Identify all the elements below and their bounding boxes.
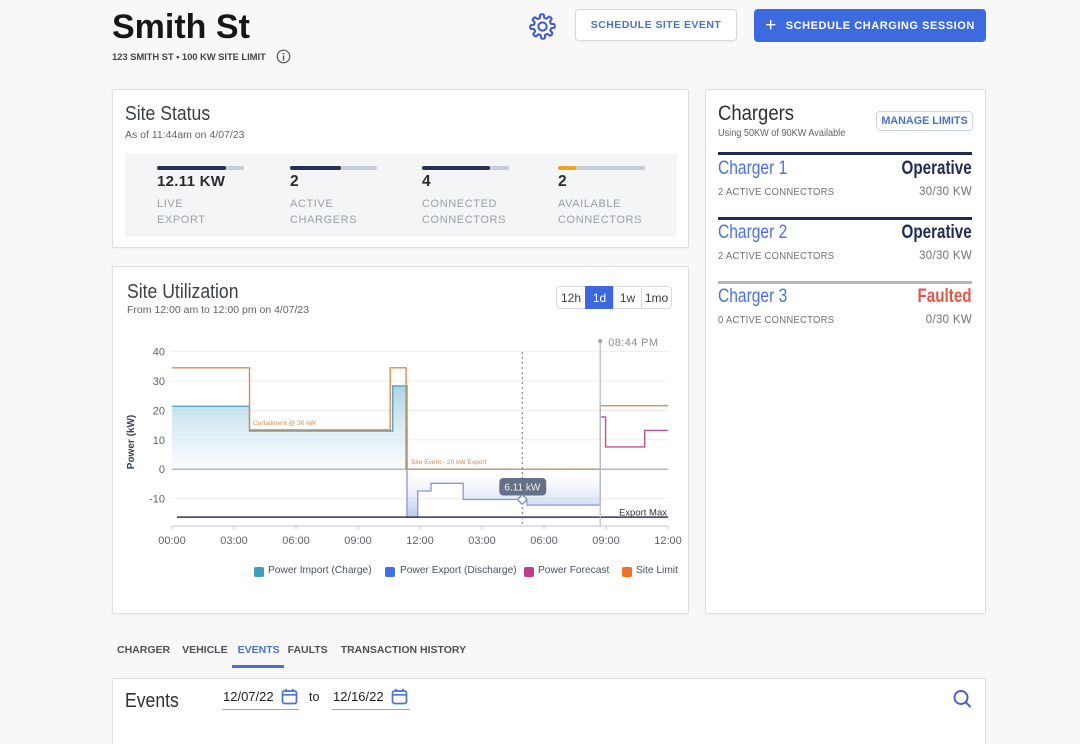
- svg-text:03:00: 03:00: [468, 535, 496, 547]
- svg-text:Power (kW): Power (kW): [126, 415, 137, 469]
- svg-text:09:00: 09:00: [592, 535, 620, 547]
- svg-text:0: 0: [159, 464, 165, 476]
- svg-text:-10: -10: [149, 494, 165, 506]
- svg-text:Export Max: Export Max: [619, 508, 667, 519]
- svg-text:6.11 kW: 6.11 kW: [504, 483, 540, 494]
- svg-text:10: 10: [153, 435, 165, 447]
- svg-text:20: 20: [153, 405, 165, 417]
- svg-text:08:44 PM: 08:44 PM: [608, 337, 658, 349]
- svg-text:06:00: 06:00: [282, 535, 310, 547]
- svg-text:12:00: 12:00: [406, 535, 434, 547]
- svg-text:Site Event - 20 kW Export: Site Event - 20 kW Export: [411, 459, 487, 466]
- svg-text:00:00: 00:00: [158, 535, 186, 547]
- svg-text:30: 30: [153, 376, 165, 388]
- svg-text:12:00: 12:00: [654, 535, 682, 547]
- svg-text:06:00: 06:00: [530, 535, 558, 547]
- svg-text:Curtailment @ 30 kW: Curtailment @ 30 kW: [253, 420, 317, 427]
- svg-text:03:00: 03:00: [220, 535, 248, 547]
- svg-text:40: 40: [153, 347, 165, 359]
- svg-text:09:00: 09:00: [344, 535, 372, 547]
